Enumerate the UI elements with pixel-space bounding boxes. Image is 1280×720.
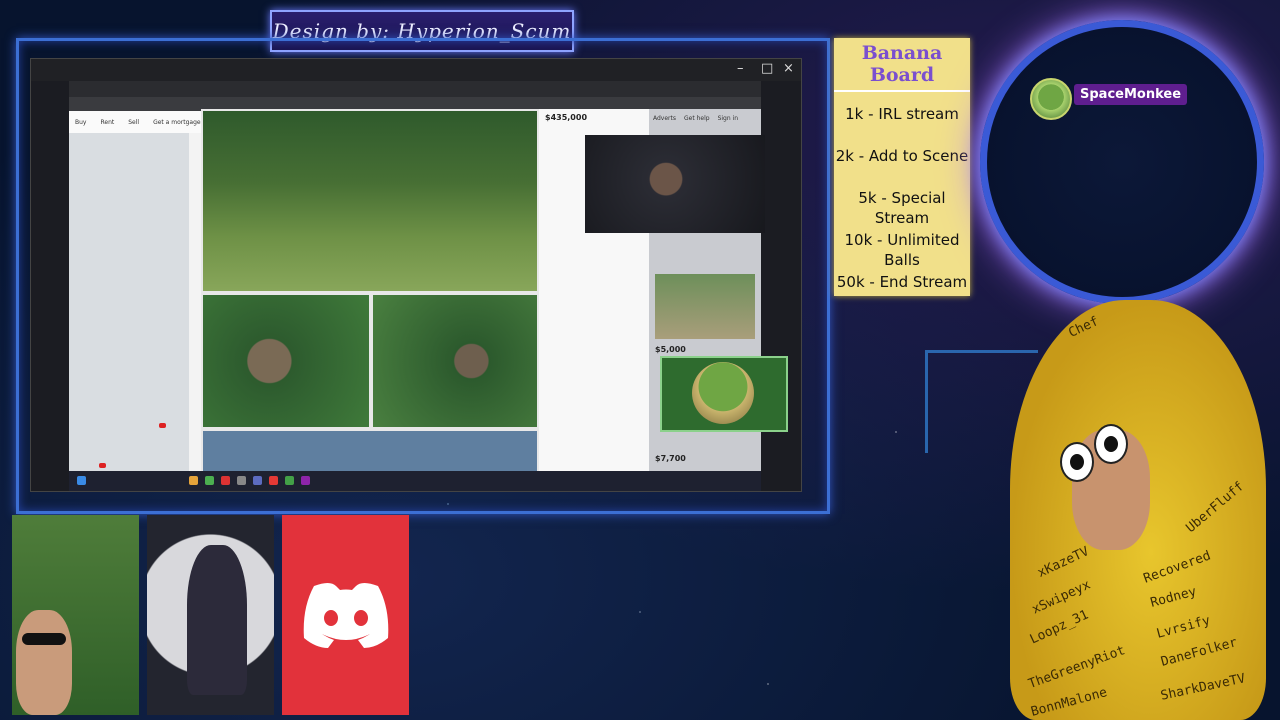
- maximize-button[interactable]: □: [761, 61, 773, 76]
- character-figure: [187, 545, 247, 695]
- discord-logo-icon: [303, 583, 388, 648]
- browser-tab-strip[interactable]: [69, 81, 761, 97]
- nav-buy[interactable]: Buy: [75, 119, 86, 126]
- close-button[interactable]: ×: [783, 61, 794, 76]
- board-divider: [834, 90, 970, 92]
- listing-price: $7,700: [655, 454, 686, 463]
- banana-board: Banana Board 1k - IRL stream 2k - Add to…: [834, 38, 970, 296]
- user-avatar: [1030, 78, 1072, 120]
- nav-rent[interactable]: Rent: [100, 119, 114, 126]
- app-icon[interactable]: [189, 476, 198, 485]
- nav-help[interactable]: Get help: [684, 115, 710, 122]
- board-title: Banana Board: [861, 42, 943, 86]
- board-item: 10k - Unlimited Balls: [844, 231, 960, 269]
- pepe-emote-badge: [660, 356, 788, 432]
- nav-sell[interactable]: Sell: [128, 119, 139, 126]
- googly-eye-icon: [1094, 424, 1128, 464]
- property-photo[interactable]: [203, 111, 537, 291]
- property-photo-gallery[interactable]: [201, 109, 539, 471]
- googly-eye-icon: [1060, 442, 1094, 482]
- board-item: 1k - IRL stream: [845, 105, 959, 123]
- streamer-photo: [12, 515, 139, 715]
- app-icon[interactable]: [221, 476, 230, 485]
- anime-character-image: [147, 515, 274, 715]
- map-pin[interactable]: [99, 463, 106, 468]
- app-icon[interactable]: [301, 476, 310, 485]
- window-titlebar: – □ ×: [31, 59, 801, 81]
- taskbar: [69, 471, 761, 491]
- right-nav: Adverts Get help Sign in: [653, 115, 738, 122]
- nav-adverts[interactable]: Adverts: [653, 115, 676, 122]
- sunglasses-icon: [22, 633, 66, 645]
- discord-panel[interactable]: [282, 515, 409, 715]
- app-icon[interactable]: [253, 476, 262, 485]
- listing-map[interactable]: [69, 133, 189, 484]
- username-label: SpaceMonkee: [1074, 84, 1188, 105]
- listing-thumbnail[interactable]: [655, 274, 755, 339]
- listing-price: $435,000: [545, 113, 588, 122]
- start-icon[interactable]: [77, 476, 86, 485]
- app-icon[interactable]: [285, 476, 294, 485]
- minimize-button[interactable]: –: [737, 61, 744, 76]
- property-photo[interactable]: [203, 295, 369, 427]
- app-icon[interactable]: [205, 476, 214, 485]
- webcam-overlay: [585, 135, 765, 233]
- app-icon[interactable]: [237, 476, 246, 485]
- app-icon[interactable]: [269, 476, 278, 485]
- board-item: 50k - End Stream: [836, 273, 968, 291]
- property-photo[interactable]: [203, 431, 537, 471]
- board-item: 2k - Add to Scene: [835, 147, 969, 165]
- map-pin[interactable]: [159, 423, 166, 428]
- nav-mortgage[interactable]: Get a mortgage: [153, 119, 201, 126]
- nav-signin[interactable]: Sign in: [718, 115, 738, 122]
- listing-price: $5,000: [655, 345, 686, 354]
- face-image: [16, 610, 72, 715]
- alert-circle-frame: [980, 20, 1264, 304]
- board-item: 5k - Special Stream: [858, 189, 946, 227]
- property-photo[interactable]: [373, 295, 537, 427]
- user-badge: SpaceMonkee: [1030, 78, 1188, 120]
- pepe-icon: [692, 362, 754, 424]
